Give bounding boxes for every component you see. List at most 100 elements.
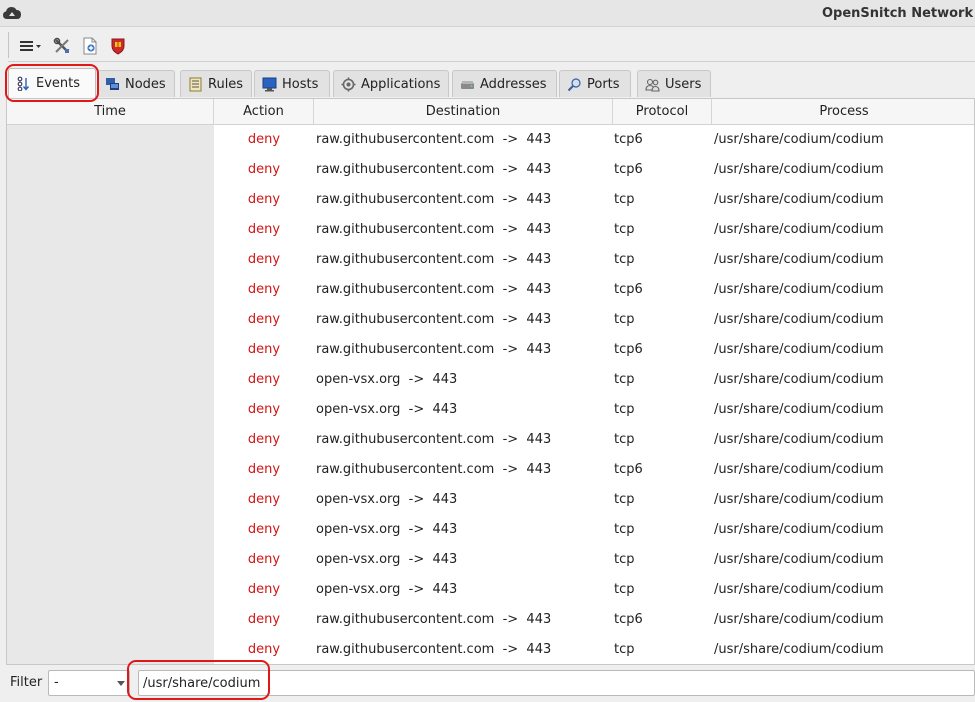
action-cell: deny <box>247 312 281 327</box>
filter-field-combo[interactable]: - <box>48 670 130 696</box>
table-row[interactable]: deny raw.githubusercontent.com -> 443 tcp6… <box>214 125 974 155</box>
table-header: Time Action Destination Protocol Process <box>7 99 974 125</box>
toolbar-separator <box>8 32 9 58</box>
process-cell: /usr/share/codium/codium <box>714 252 884 267</box>
filter-input[interactable] <box>138 670 975 696</box>
protocol-cell: tcp <box>614 312 635 327</box>
table-row[interactable]: deny open-vsx.org -> 443 tcp/usr/share/cod… <box>214 395 974 425</box>
opensnitch-app-icon <box>3 7 21 19</box>
process-cell: /usr/share/codium/codium <box>714 192 884 207</box>
action-cell: deny <box>247 522 281 537</box>
menu-button[interactable] <box>18 36 44 56</box>
table-row[interactable]: deny open-vsx.org -> 443 tcp/usr/share/cod… <box>214 575 974 605</box>
shield-icon <box>111 38 125 55</box>
tab-label: Ports <box>587 76 620 92</box>
action-cell: deny <box>247 252 281 267</box>
destination-cell: raw.githubusercontent.com -> 443 <box>316 462 552 477</box>
tab-nodes[interactable]: Nodes <box>97 70 175 97</box>
column-header-time[interactable]: Time <box>7 99 214 125</box>
process-cell: /usr/share/codium/codium <box>714 522 884 537</box>
action-cell: deny <box>247 132 281 147</box>
preferences-button[interactable] <box>52 36 72 56</box>
column-header-process[interactable]: Process <box>712 99 974 125</box>
destination-cell: raw.githubusercontent.com -> 443 <box>316 222 552 237</box>
table-row[interactable]: deny raw.githubusercontent.com -> 443 tcp6… <box>214 455 974 485</box>
table-row[interactable]: deny raw.githubusercontent.com -> 443 tcp6… <box>214 275 974 305</box>
window-title: OpenSnitch Network Stat <box>822 6 975 21</box>
tab-applications[interactable]: Applications <box>333 70 449 97</box>
tab-rules[interactable]: Rules <box>180 70 252 97</box>
action-cell: deny <box>247 612 281 627</box>
protocol-cell: tcp <box>614 522 635 537</box>
table-row[interactable]: deny raw.githubusercontent.com -> 443 tcp /… <box>214 425 974 455</box>
users-icon <box>645 78 660 92</box>
tab-bar: Events Nodes Rules Hosts Applications Ad… <box>0 68 975 98</box>
column-header-action[interactable]: Action <box>214 99 314 125</box>
process-cell: /usr/share/codium/codium <box>714 432 884 447</box>
tab-label: Rules <box>208 76 244 92</box>
tab-label: Users <box>665 76 702 92</box>
tab-addresses[interactable]: Addresses <box>452 70 557 97</box>
action-cell: deny <box>247 462 281 477</box>
column-header-protocol[interactable]: Protocol <box>613 99 712 125</box>
process-cell: /usr/share/codium/codium <box>714 582 884 597</box>
destination-cell: open-vsx.org -> 443 <box>316 492 458 507</box>
destination-cell: open-vsx.org -> 443 <box>316 582 458 597</box>
tab-ports[interactable]: Ports <box>559 70 631 97</box>
process-cell: /usr/share/codium/codium <box>714 642 884 657</box>
table-row[interactable]: deny raw.githubusercontent.com -> 443 tcp6… <box>214 335 974 365</box>
process-cell: /usr/share/codium/codium <box>714 492 884 507</box>
protocol-cell: tcp6 <box>614 462 643 477</box>
column-header-destination[interactable]: Destination <box>314 99 613 125</box>
destination-cell: open-vsx.org -> 443 <box>316 522 458 537</box>
destination-cell: open-vsx.org -> 443 <box>316 372 458 387</box>
table-row[interactable]: deny raw.githubusercontent.com -> 443 tcp6… <box>214 155 974 185</box>
table-row[interactable]: deny open-vsx.org -> 443 tcp/usr/share/cod… <box>214 545 974 575</box>
destination-cell: raw.githubusercontent.com -> 443 <box>316 612 552 627</box>
table-row[interactable]: deny raw.githubusercontent.com -> 443 tcp /… <box>214 215 974 245</box>
title-bar: OpenSnitch Network Stat <box>0 0 975 27</box>
time-column <box>7 125 214 664</box>
destination-cell: raw.githubusercontent.com -> 443 <box>316 312 552 327</box>
tab-users[interactable]: Users <box>637 70 711 97</box>
table-row[interactable]: deny raw.githubusercontent.com -> 443 tcp /… <box>214 635 974 664</box>
firewall-button[interactable] <box>108 36 128 56</box>
tab-label: Events <box>36 76 81 91</box>
table-row[interactable]: deny open-vsx.org -> 443 tcp/usr/share/cod… <box>214 365 974 395</box>
table-row[interactable]: deny open-vsx.org -> 443 tcp/usr/share/cod… <box>214 515 974 545</box>
filter-bar: Filter - <box>0 666 975 702</box>
destination-cell: raw.githubusercontent.com -> 443 <box>316 252 552 267</box>
action-cell: deny <box>247 432 281 447</box>
filter-combo-value: - <box>54 675 59 690</box>
action-cell: deny <box>247 582 281 597</box>
table-row[interactable]: deny raw.githubusercontent.com -> 443 tcp /… <box>214 245 974 275</box>
nodes-icon <box>106 77 119 90</box>
table-row[interactable]: deny raw.githubusercontent.com -> 443 tcp /… <box>214 305 974 335</box>
protocol-cell: tcp <box>614 222 635 237</box>
applications-icon <box>341 77 356 91</box>
protocol-cell: tcp <box>614 372 635 387</box>
table-row[interactable]: deny raw.githubusercontent.com -> 443 tcp /… <box>214 185 974 215</box>
process-cell: /usr/share/codium/codium <box>714 222 884 237</box>
action-cell: deny <box>247 282 281 297</box>
action-cell: deny <box>247 642 281 657</box>
destination-cell: raw.githubusercontent.com -> 443 <box>316 642 552 657</box>
table-row[interactable]: deny raw.githubusercontent.com -> 443 tcp6… <box>214 605 974 635</box>
action-cell: deny <box>247 342 281 357</box>
action-cell: deny <box>247 222 281 237</box>
process-cell: /usr/share/codium/codium <box>714 282 884 297</box>
action-cell: deny <box>247 372 281 387</box>
protocol-cell: tcp6 <box>614 342 643 357</box>
addresses-icon <box>461 80 474 89</box>
table-row[interactable]: deny open-vsx.org -> 443 tcp/usr/share/cod… <box>214 485 974 515</box>
new-rule-button[interactable] <box>80 36 100 56</box>
tools-icon <box>53 37 69 53</box>
destination-cell: raw.githubusercontent.com -> 443 <box>316 342 552 357</box>
destination-cell: open-vsx.org -> 443 <box>316 402 458 417</box>
action-cell: deny <box>247 552 281 567</box>
tab-hosts[interactable]: Hosts <box>254 70 330 97</box>
tab-events[interactable]: Events <box>8 68 96 98</box>
protocol-cell: tcp <box>614 642 635 657</box>
action-cell: deny <box>247 192 281 207</box>
process-cell: /usr/share/codium/codium <box>714 312 884 327</box>
